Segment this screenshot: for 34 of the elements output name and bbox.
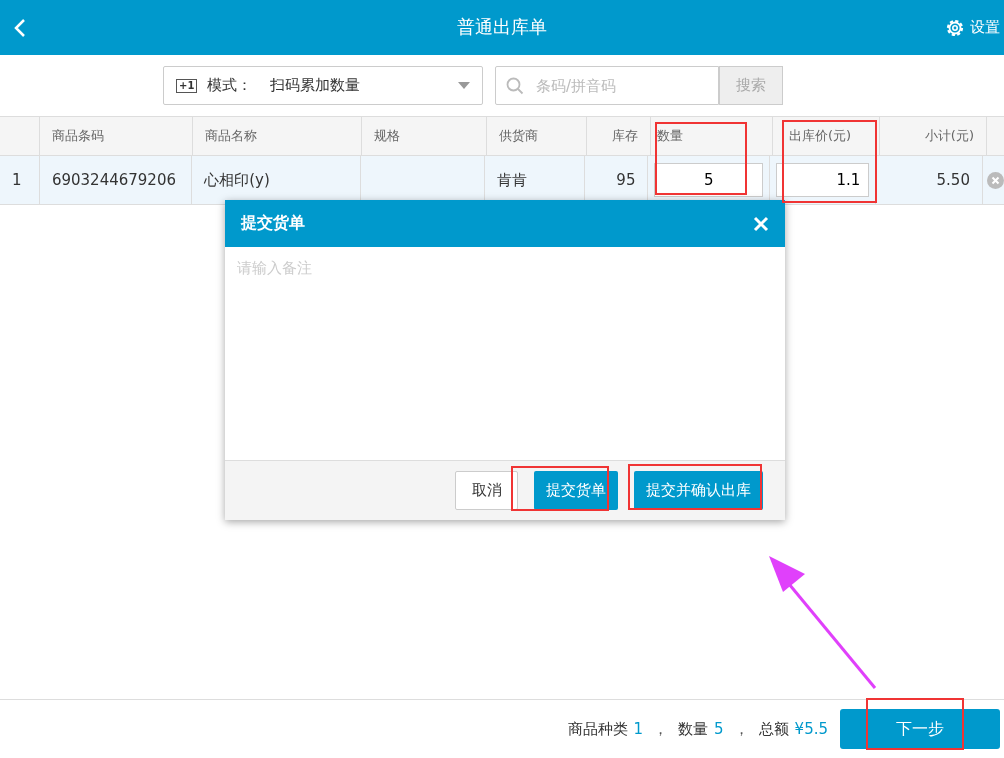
- search-icon: [506, 77, 524, 95]
- table-row[interactable]: 1 6903244679206 心相印(y) 肯肯 95 5 1.1 5.50: [0, 156, 1004, 205]
- settings-icon: [945, 17, 965, 38]
- column-header: 数量: [651, 117, 773, 155]
- summary-label: 总额: [758, 719, 789, 739]
- table-cell: 5.50: [876, 156, 983, 204]
- column-header: 商品条码: [40, 117, 193, 155]
- delete-icon[interactable]: [986, 171, 1004, 189]
- mode-dropdown[interactable]: +1 模式： 扫码累加数量: [163, 66, 483, 105]
- column-header: 供货商: [487, 117, 587, 155]
- page-title: 普通出库单: [457, 15, 547, 39]
- mode-icon: +1: [176, 78, 198, 93]
- column-header: 库存: [587, 117, 651, 155]
- caret-icon: [458, 82, 470, 89]
- summary-label: 商品种类: [567, 719, 628, 739]
- column-header: 商品名称: [193, 117, 362, 155]
- quantity-input[interactable]: 5: [654, 163, 763, 197]
- summary-value: ¥5.5: [794, 720, 828, 738]
- close-icon[interactable]: [753, 215, 769, 232]
- column-header: 规格: [362, 117, 487, 155]
- row-number: 1: [0, 156, 40, 204]
- column-header: 出库价(元): [773, 117, 880, 155]
- price-input[interactable]: 1.1: [775, 163, 870, 197]
- summary-label: 数量: [678, 719, 709, 739]
- dialog-title: 提交货单: [241, 213, 305, 234]
- summary-value: 1: [633, 720, 644, 738]
- back-icon[interactable]: [14, 17, 26, 38]
- summary-value: 5: [714, 720, 724, 738]
- search-field[interactable]: 条码/拼音码: [495, 66, 719, 105]
- cancel-button[interactable]: 取消: [455, 471, 518, 510]
- column-header: 小计(元): [880, 117, 987, 155]
- separator: ，: [653, 719, 669, 739]
- table-cell: 6903244679206: [39, 156, 193, 204]
- separator: ，: [733, 719, 749, 739]
